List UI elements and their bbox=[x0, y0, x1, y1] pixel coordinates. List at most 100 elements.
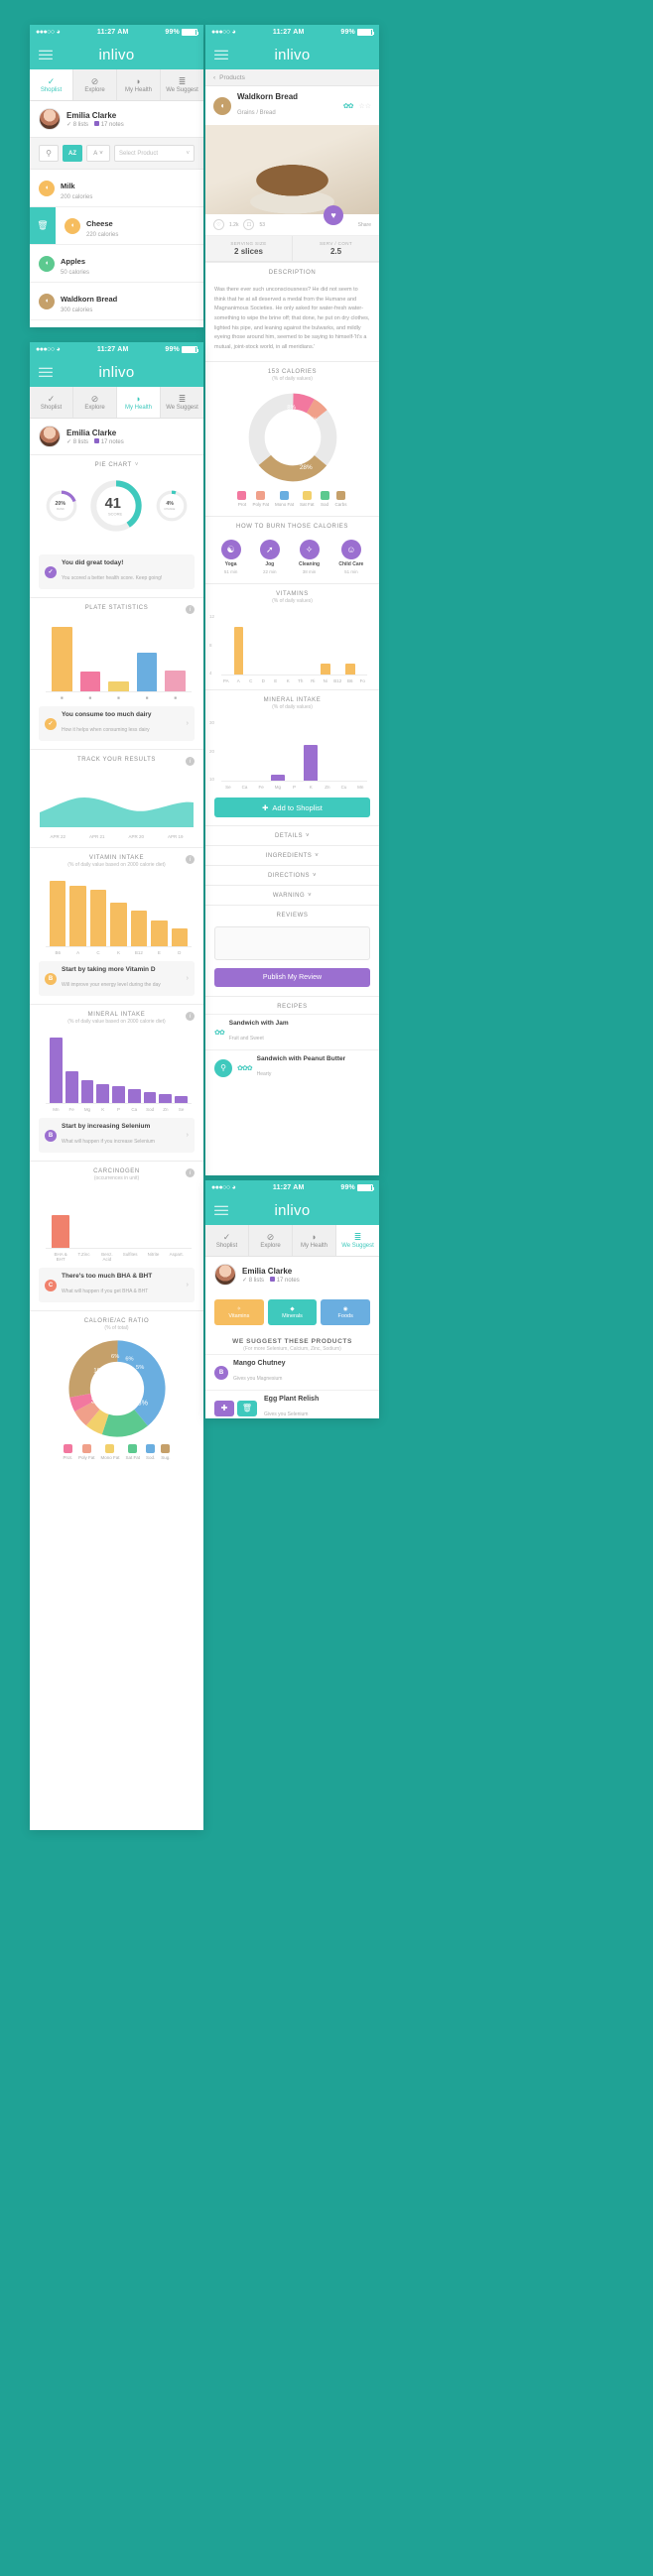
suggest-title: WE SUGGEST THESE PRODUCTS bbox=[232, 1338, 352, 1345]
menu-icon[interactable] bbox=[214, 48, 228, 62]
star-icon[interactable]: ☆☆ bbox=[358, 102, 371, 110]
user-profile-row[interactable]: Emilia Clarke ✓ 8 lists 17 notes bbox=[30, 419, 203, 454]
chevron-down-icon: ˅ bbox=[308, 892, 313, 899]
status-bar: ●●●○○ ◕ 11:27 AM 99% bbox=[30, 342, 203, 357]
select-product-input[interactable]: Select Product ˅ bbox=[114, 145, 195, 162]
product-sub: Gives you Magnesium bbox=[233, 1376, 283, 1382]
status-bar: ●●●○○ ◕ 11:27 AM 99% bbox=[30, 25, 203, 40]
search-icon[interactable]: ⚲ bbox=[39, 145, 59, 162]
user-name: Emilia Clarke bbox=[66, 428, 117, 437]
tab-my-health[interactable]: ◗ My Health bbox=[117, 69, 161, 100]
burn-activity[interactable]: ➚ Jog 22 min bbox=[259, 540, 280, 574]
tab-explore[interactable]: ⊘ Explore bbox=[73, 69, 117, 100]
trash-icon[interactable]: 🗑 bbox=[30, 207, 56, 244]
burn-activity[interactable]: ☺ Child Care 51 min bbox=[338, 540, 363, 574]
list-item[interactable]: ◖ Chicken450 calories bbox=[30, 320, 203, 327]
info-icon[interactable]: i bbox=[186, 1012, 195, 1021]
user-meta: ✓ 8 lists 17 notes bbox=[66, 437, 124, 445]
rank-label: RANK bbox=[57, 507, 65, 511]
section-title: TRACK YOUR RESULTS bbox=[77, 757, 156, 763]
tab-label: My Health bbox=[124, 86, 152, 93]
publish-review-button[interactable]: Publish My Review bbox=[214, 968, 370, 988]
health-tip[interactable]: ✓ You did great today! You scored a bette… bbox=[39, 554, 195, 589]
nav-bar: inlivo bbox=[30, 357, 203, 387]
user-profile-row[interactable]: Emilia Clarke ✓ 8 lists 17 notes bbox=[205, 1257, 379, 1292]
warning-badge-icon: ✓ bbox=[45, 717, 57, 730]
heart-icon[interactable]: ♡ bbox=[213, 219, 224, 230]
tab-shoplist[interactable]: ✓ Shoplist bbox=[30, 69, 73, 100]
comment-icon[interactable]: ☐ bbox=[243, 219, 255, 230]
section-title[interactable]: PIE CHART bbox=[95, 462, 132, 468]
suggest-subtitle: (For more Selenium, Calcium, Zinc, Sodiu… bbox=[243, 1346, 341, 1352]
track-results-section: TRACK YOUR RESULTS i APR 22 APR 21 APR 20 AP… bbox=[30, 749, 203, 847]
list-item[interactable]: ⚲ ✿✿✿ Sandwich with Peanut Butter Hearty bbox=[205, 1049, 379, 1085]
recipes-section: RECIPES ✿✿ Sandwich with Jam Fruit and Sw… bbox=[205, 996, 379, 1086]
tab-we-suggest[interactable]: ≣ We Suggest bbox=[161, 387, 203, 418]
list-item[interactable]: 🗑 ◖ Cheese 220 calories bbox=[30, 207, 203, 245]
grade-badge-icon: B bbox=[45, 972, 57, 985]
section-title: MINERAL INTAKE bbox=[87, 1012, 146, 1018]
battery-icon bbox=[182, 29, 198, 36]
segment-minerals[interactable]: ◆ Minerals bbox=[267, 1299, 318, 1325]
tip-text: You scored a better health score. Keep g… bbox=[62, 575, 163, 581]
tip-text: Will improve your energy level during th… bbox=[62, 982, 161, 988]
info-icon[interactable]: i bbox=[186, 605, 195, 614]
trash-icon[interactable]: 🗑 bbox=[237, 1400, 257, 1416]
share-label[interactable]: Share bbox=[358, 222, 371, 228]
add-to-shoplist-button[interactable]: ✚ Add to Shoplist bbox=[214, 797, 370, 818]
list-item[interactable]: ✿✿ Sandwich with Jam Fruit and Sweet bbox=[205, 1014, 379, 1049]
burn-activity[interactable]: ☯ Yoga 51 min bbox=[220, 540, 241, 574]
menu-icon[interactable] bbox=[214, 1203, 228, 1218]
list-item[interactable]: ◖ Milk 200 calories bbox=[30, 170, 203, 207]
section-title: RECIPES bbox=[277, 1004, 308, 1011]
review-input[interactable] bbox=[214, 926, 370, 961]
letter-select[interactable]: A ˅ bbox=[86, 145, 110, 162]
favorite-fab-icon[interactable]: ♥ bbox=[324, 205, 343, 225]
info-icon[interactable]: i bbox=[186, 757, 195, 766]
status-time: 11:27 AM bbox=[272, 1184, 305, 1191]
sort-az-button[interactable]: AZ bbox=[63, 145, 82, 162]
segment-foods[interactable]: ◉ Foods bbox=[321, 1299, 371, 1325]
plus-icon[interactable]: ✚ bbox=[214, 1400, 234, 1416]
accordion-ingredients[interactable]: INGREDIENTS ˅ bbox=[205, 845, 379, 865]
tab-my-health[interactable]: ◗ My Health bbox=[293, 1225, 336, 1256]
search-icon[interactable]: ⚲ bbox=[214, 1058, 232, 1077]
tab-shoplist[interactable]: ✓ Shoplist bbox=[30, 387, 73, 418]
carcinogen-tip[interactable]: C There's too much BHA & BHT What will ha… bbox=[39, 1268, 195, 1302]
plate-tip[interactable]: ✓ You consume too much dairy How it helps… bbox=[39, 706, 195, 741]
user-profile-row[interactable]: Emilia Clarke ✓ 8 lists 17 notes bbox=[30, 101, 203, 137]
slice-label: 39% bbox=[90, 1397, 105, 1405]
list-item[interactable]: ◖ Apples 50 calories bbox=[30, 245, 203, 283]
status-bar: ●●●○○ ◕ 11:27 AM 99% bbox=[205, 25, 379, 40]
segment-vitamins[interactable]: ✧ Vitamins bbox=[214, 1299, 264, 1325]
info-icon[interactable]: i bbox=[186, 1168, 195, 1177]
tab-explore[interactable]: ⊘ Explore bbox=[249, 1225, 293, 1256]
info-icon[interactable]: i bbox=[186, 855, 195, 864]
menu-icon[interactable] bbox=[39, 365, 53, 380]
accordion-details[interactable]: DETAILS ˅ bbox=[205, 825, 379, 845]
list-item[interactable]: B Mango Chutney Gives you Magnesium bbox=[205, 1354, 379, 1390]
vitamin-tip[interactable]: B Start by taking more Vitamin D Will imp… bbox=[39, 961, 195, 996]
tab-bar: ✓ Shoplist ⊘ Explore ◗ My Health ≣ We Sugges… bbox=[30, 387, 203, 419]
breadcrumb[interactable]: ‹ Products bbox=[205, 69, 379, 86]
tab-explore[interactable]: ⊘ Explore bbox=[73, 387, 117, 418]
list-item[interactable]: ✚ 🗑 Egg Plant Relish Gives you Selenium bbox=[205, 1390, 379, 1418]
section-title: CALORIE/AC RATIO bbox=[83, 1318, 150, 1324]
reviews-section: REVIEWS Publish My Review bbox=[205, 905, 379, 988]
accordion-warning[interactable]: WARNING ˅ bbox=[205, 885, 379, 905]
burn-activity[interactable]: ✧ Cleaning 38 min bbox=[299, 540, 320, 574]
battery-percent: 99% bbox=[340, 1184, 355, 1191]
battery-percent: 99% bbox=[165, 29, 180, 36]
tab-we-suggest[interactable]: ≣ We Suggest bbox=[336, 1225, 379, 1256]
description-section: DESCRIPTION Was there ever such unconsci… bbox=[205, 262, 379, 362]
tip-title: You did great today! bbox=[62, 559, 124, 566]
tab-my-health[interactable]: ◗ My Health bbox=[117, 387, 161, 418]
tab-shoplist[interactable]: ✓ Shoplist bbox=[205, 1225, 249, 1256]
grade-badge-icon: C bbox=[45, 1279, 57, 1291]
menu-icon[interactable] bbox=[39, 48, 53, 62]
list-item[interactable]: ◖ Waldkorn Bread 300 calories bbox=[30, 283, 203, 320]
accordion-directions[interactable]: DIRECTIONS ˅ bbox=[205, 865, 379, 885]
tab-we-suggest[interactable]: ≣ We Suggest bbox=[161, 69, 203, 100]
list-icon: ≣ bbox=[178, 75, 187, 86]
mineral-tip[interactable]: B Start by increasing Selenium What will … bbox=[39, 1118, 195, 1153]
